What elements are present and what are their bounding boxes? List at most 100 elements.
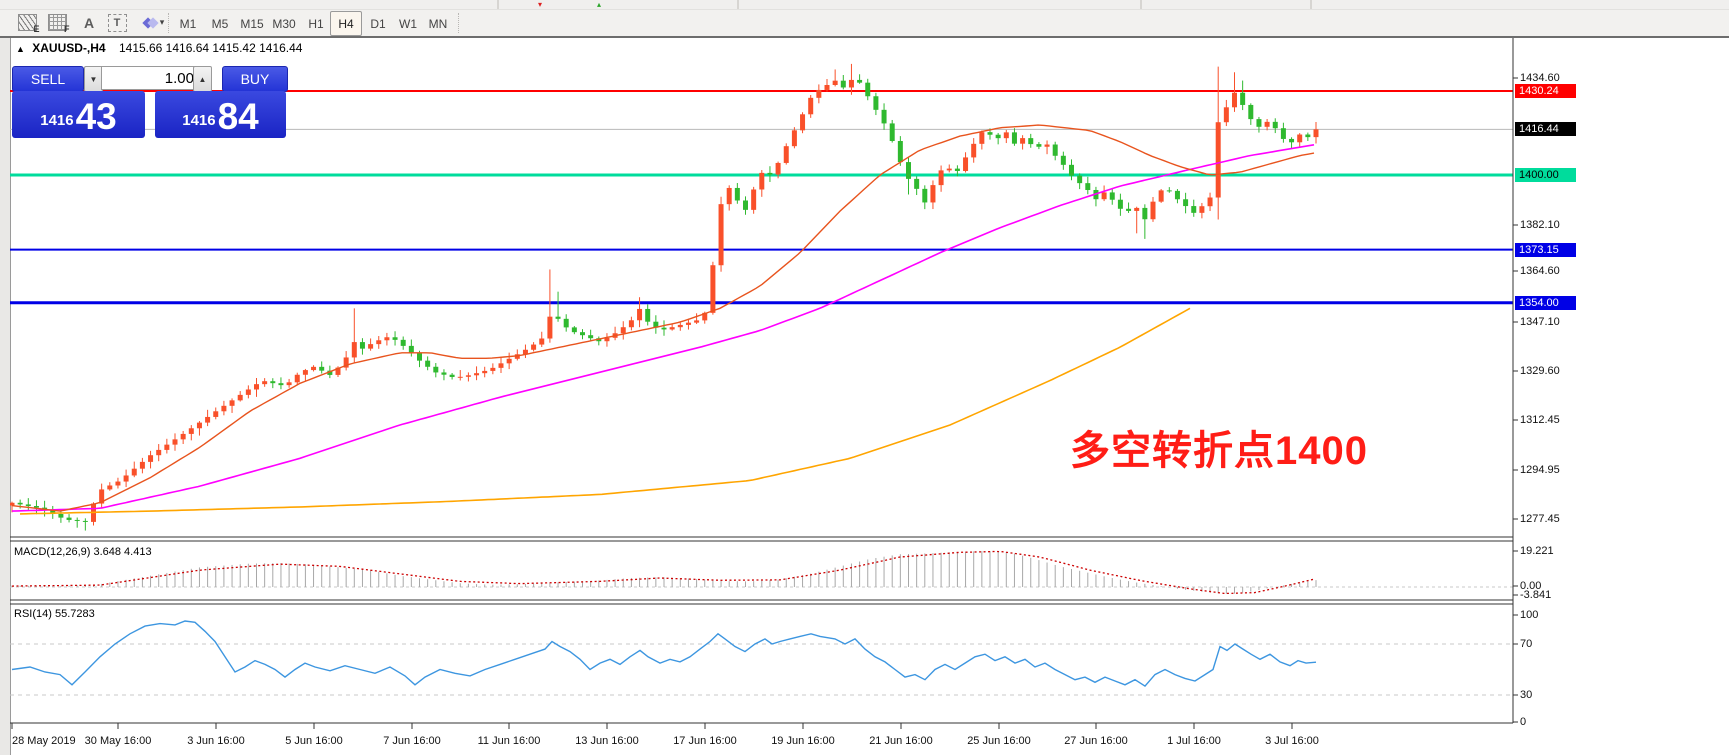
candle-body xyxy=(270,381,275,383)
candle-body xyxy=(466,375,471,377)
candle-body xyxy=(833,81,838,85)
rsi-axis-tick: 70 xyxy=(1520,638,1532,650)
candle-body xyxy=(319,367,324,371)
candle-body xyxy=(238,395,243,400)
candle-body xyxy=(156,450,161,455)
candle-body xyxy=(1012,132,1017,143)
candle-body xyxy=(1297,135,1302,143)
ask-price-big: 84 xyxy=(218,100,259,134)
candle-body xyxy=(278,383,283,385)
candle-body xyxy=(474,373,479,375)
bid-price-big: 43 xyxy=(76,100,117,134)
price-axis-tick: 1382.10 xyxy=(1520,219,1560,231)
price-axis-badge: 1373.15 xyxy=(1515,243,1576,257)
candle-body xyxy=(262,381,267,384)
volume-input[interactable]: 1.00 xyxy=(101,66,203,90)
buy-button[interactable]: BUY xyxy=(222,66,288,92)
candle-body xyxy=(230,400,235,405)
candle-body xyxy=(678,325,683,327)
candle-body xyxy=(963,157,968,171)
candle-body xyxy=(1069,165,1074,176)
candle-body xyxy=(710,265,715,313)
candle-body xyxy=(1273,122,1278,128)
candle-body xyxy=(352,342,357,357)
candle-body xyxy=(1314,129,1319,137)
candle-body xyxy=(115,482,120,486)
price-axis-tick: 1364.60 xyxy=(1520,265,1560,277)
candle-body xyxy=(898,141,903,162)
candle-body xyxy=(588,335,593,338)
candle-body xyxy=(662,328,667,330)
candle-body xyxy=(1248,105,1253,119)
candle-body xyxy=(849,80,854,88)
candle-body xyxy=(873,96,878,110)
candle-body xyxy=(694,320,699,322)
rsi-pane[interactable] xyxy=(10,621,1513,695)
time-axis-label: 3 Jul 16:00 xyxy=(1265,735,1319,747)
candle-body xyxy=(825,85,830,90)
candle-body xyxy=(751,189,756,209)
rsi-indicator-label: RSI(14) 55.7283 xyxy=(14,608,95,620)
candle-body xyxy=(173,439,178,444)
candle-body xyxy=(1134,208,1139,211)
candle-body xyxy=(1191,206,1196,213)
chart-ohlc-values: 1415.66 1416.64 1415.42 1416.44 xyxy=(119,41,303,55)
candle-body xyxy=(719,204,724,265)
time-axis-label: 28 May 2019 xyxy=(12,735,76,747)
chart-symbol-timeframe: XAUUSD-,H4 xyxy=(32,41,105,55)
candle-body xyxy=(776,163,781,175)
candle-body xyxy=(890,123,895,141)
candle-body xyxy=(433,367,438,373)
candle-body xyxy=(360,342,365,349)
candle-body xyxy=(882,110,887,124)
mt4-terminal-window: ▾▴ EFAT▾M1M5M15M30H1H4D1W1MN ▲ XAUUSD-,H… xyxy=(0,0,1729,755)
candle-body xyxy=(197,423,202,429)
candle-body xyxy=(425,361,430,367)
candle-body xyxy=(18,503,23,505)
candle-body xyxy=(564,319,569,328)
candle-body xyxy=(906,162,911,179)
candle-body xyxy=(808,98,813,114)
candle-body xyxy=(939,170,944,185)
price-axis-tick: 1312.45 xyxy=(1520,414,1560,426)
candle-body xyxy=(996,135,1001,138)
candle-body xyxy=(303,370,308,375)
ask-price-panel[interactable]: 1416 84 xyxy=(155,91,286,138)
price-axis-badge: 1400.00 xyxy=(1515,168,1576,182)
volume-increase-button[interactable]: ▲ xyxy=(193,66,212,92)
sell-button[interactable]: SELL xyxy=(12,66,84,92)
candle-body xyxy=(792,130,797,146)
candle-body xyxy=(67,518,72,520)
price-axis-tick: 1294.95 xyxy=(1520,464,1560,476)
candle-body xyxy=(213,411,218,417)
candle-body xyxy=(181,434,186,439)
macd-pane[interactable] xyxy=(10,551,1513,594)
chart-title: ▲ XAUUSD-,H4 1415.66 1416.64 1415.42 141… xyxy=(16,41,302,55)
candle-body xyxy=(409,346,414,353)
candle-body xyxy=(1110,192,1115,199)
candle-body xyxy=(246,389,251,394)
candle-body xyxy=(393,337,398,340)
candle-body xyxy=(1061,156,1066,165)
candle-body xyxy=(1232,93,1237,108)
bid-price-panel[interactable]: 1416 43 xyxy=(12,91,145,138)
candle-body xyxy=(34,506,39,508)
macd-indicator-label: MACD(12,26,9) 3.648 4.413 xyxy=(14,546,152,558)
candle-body xyxy=(743,200,748,209)
candle-body xyxy=(311,367,316,370)
candle-body xyxy=(384,337,389,340)
candle-body xyxy=(531,345,536,350)
candle-body xyxy=(580,332,585,335)
rsi-axis-tick: 0 xyxy=(1520,716,1526,728)
candle-body xyxy=(1159,190,1164,201)
chart-text-annotation[interactable]: 多空转折点1400 xyxy=(1070,418,1368,476)
candle-body xyxy=(1281,128,1286,139)
candle-body xyxy=(670,327,675,329)
candle-body xyxy=(1045,145,1050,147)
macd-axis-tick: 19.221 xyxy=(1520,545,1554,557)
candle-body xyxy=(417,353,422,361)
candle-body xyxy=(645,309,650,322)
time-axis-label: 17 Jun 16:00 xyxy=(673,735,737,747)
collapse-triangle-icon[interactable]: ▲ xyxy=(16,44,25,54)
candle-body xyxy=(26,504,31,506)
